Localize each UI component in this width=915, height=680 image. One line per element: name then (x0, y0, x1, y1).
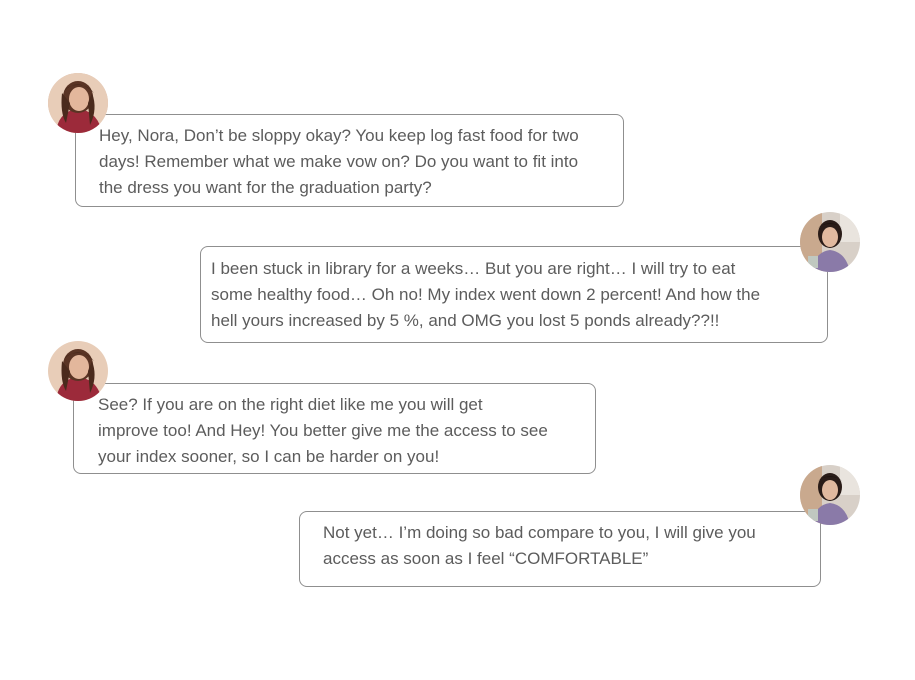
friend-avatar (48, 73, 108, 133)
nora-avatar-icon (800, 465, 860, 525)
friend-avatar-icon (48, 341, 108, 401)
message-text: See? If you are on the right diet like m… (98, 395, 548, 466)
chat-thread: Hey, Nora, Don’t be sloppy okay? You kee… (0, 0, 915, 680)
friend-avatar-icon (48, 73, 108, 133)
message-text: Not yet… I’m doing so bad compare to you… (323, 523, 756, 568)
message-text: Hey, Nora, Don’t be sloppy okay? You kee… (99, 126, 579, 197)
friend-avatar (48, 341, 108, 401)
nora-avatar (800, 212, 860, 272)
nora-avatar (800, 465, 860, 525)
message-text: I been stuck in library for a weeks… But… (211, 259, 761, 330)
nora-avatar-icon (800, 212, 860, 272)
